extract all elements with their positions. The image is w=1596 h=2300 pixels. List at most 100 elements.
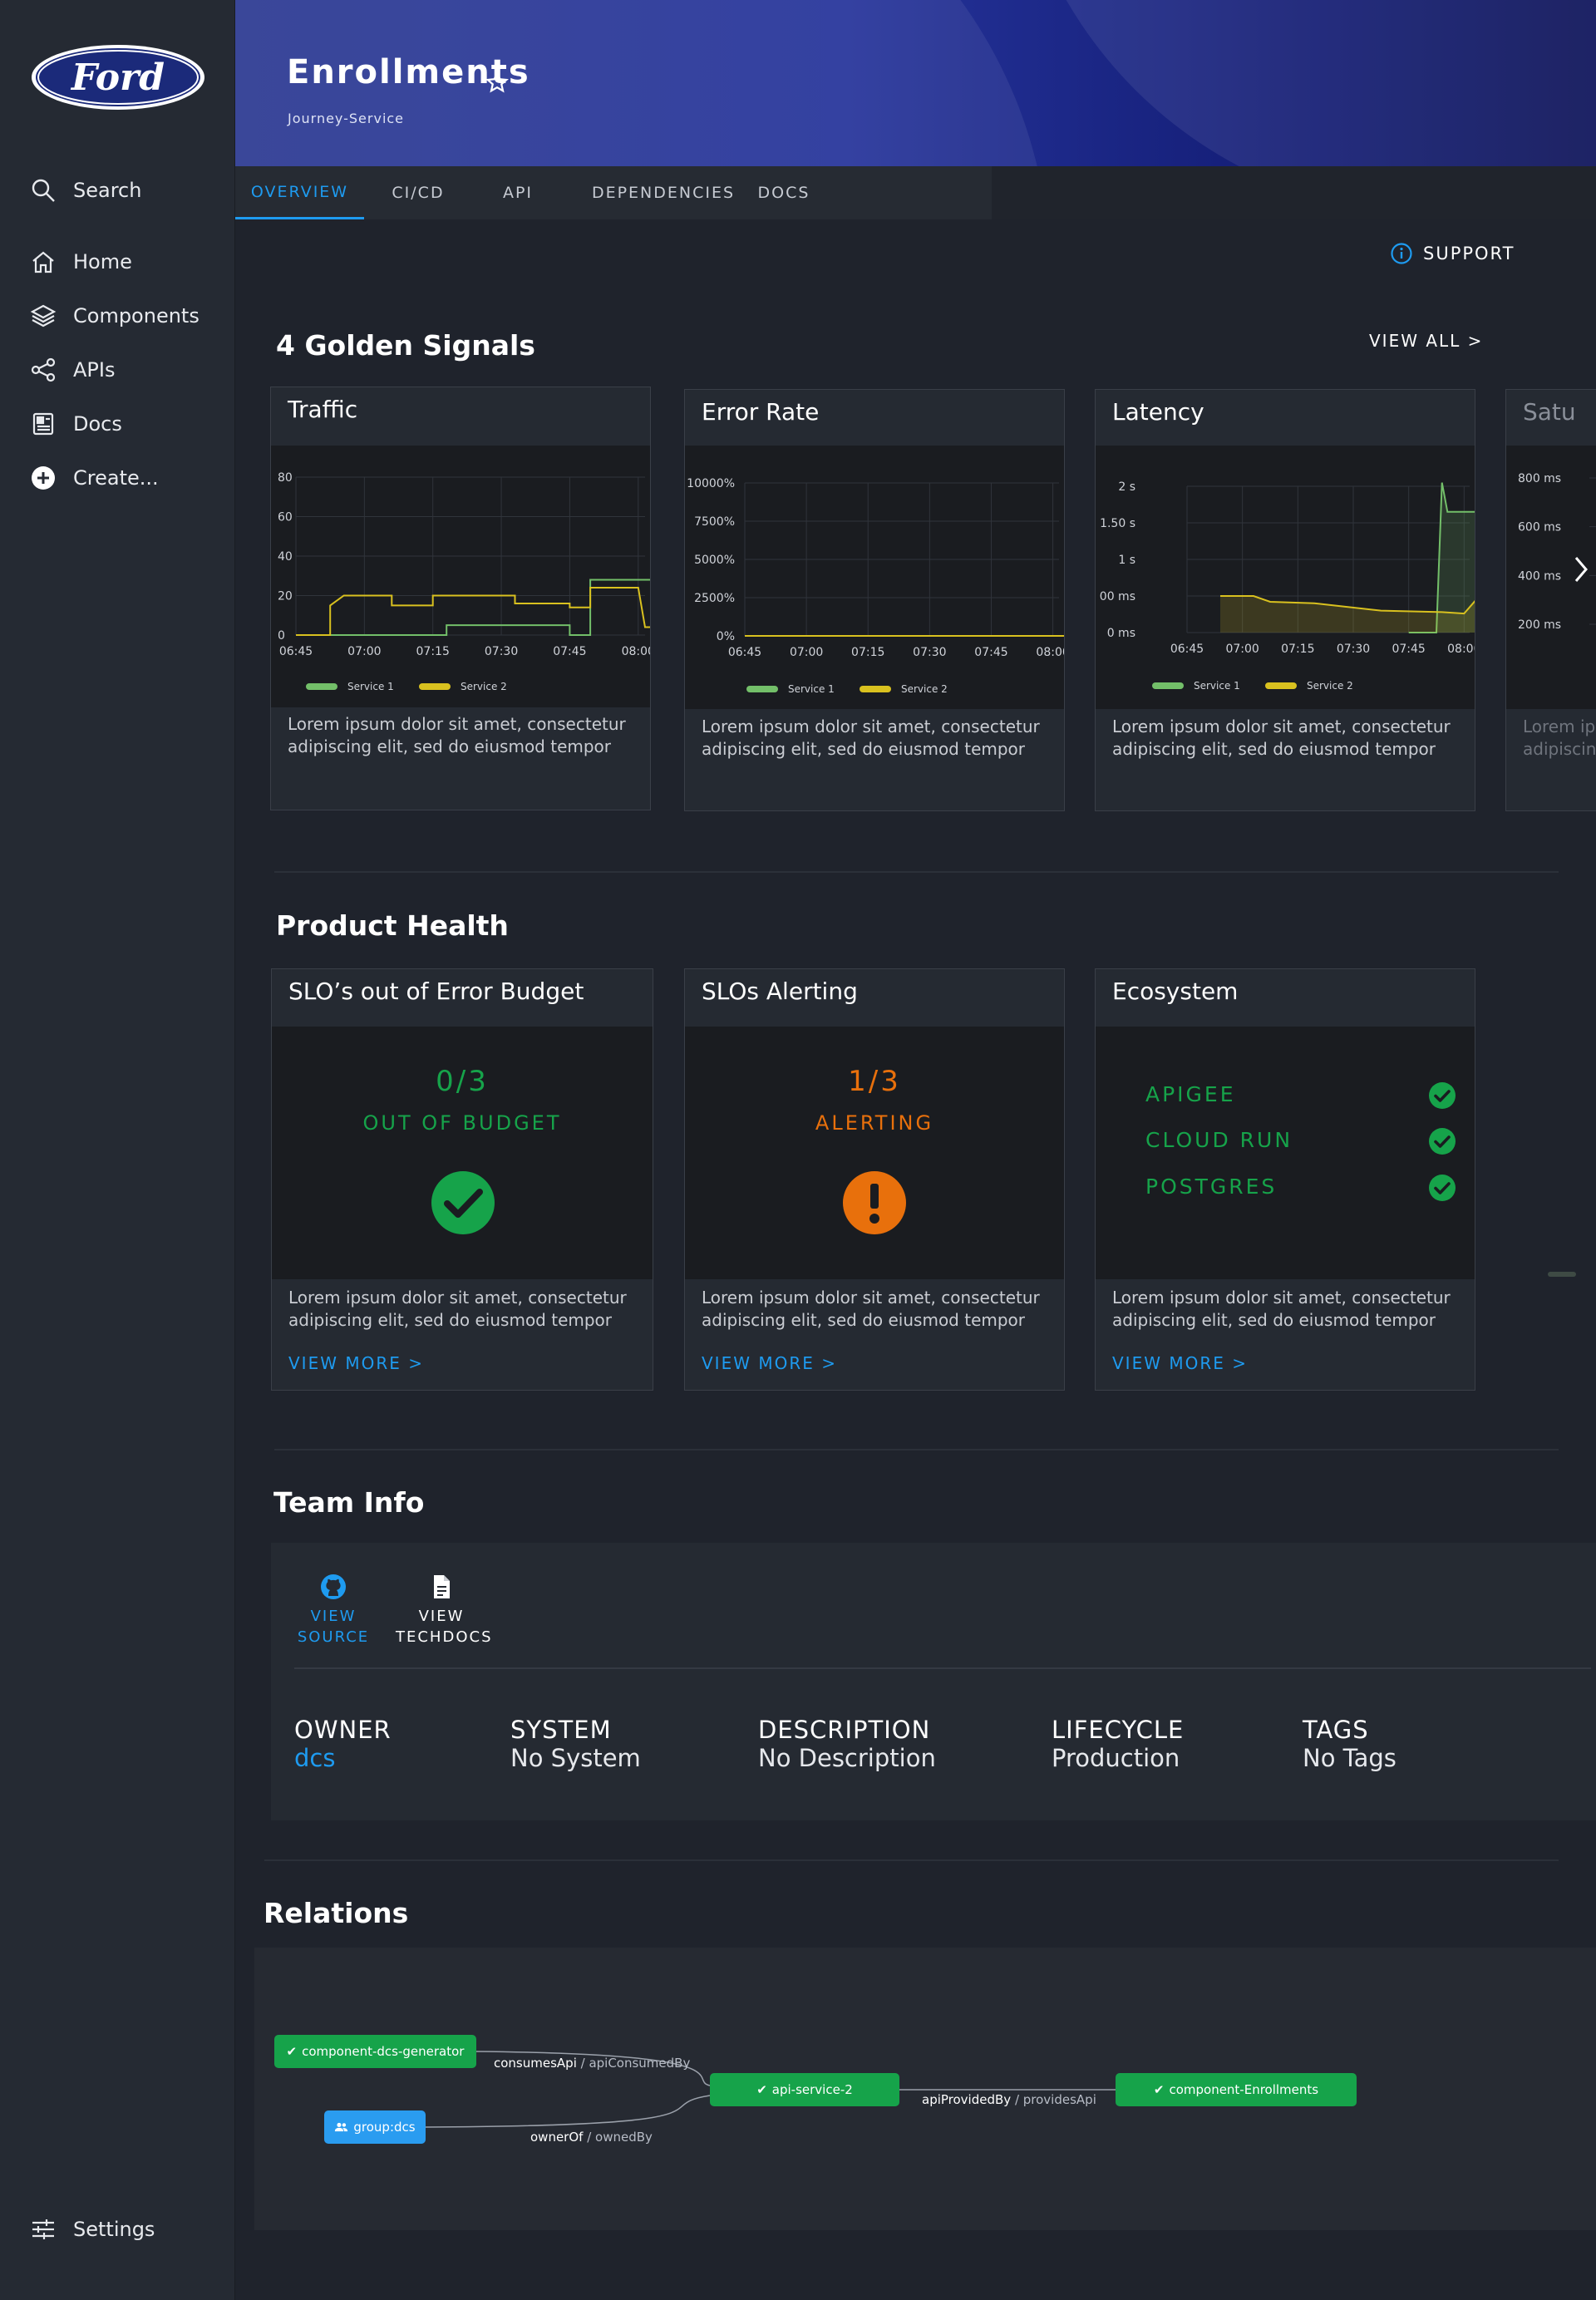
y-tick-label: 1.50 s [1100, 517, 1135, 530]
slo-alerting-card: SLOs Alerting 1/3 ALERTING Lorem ipsum d… [684, 968, 1065, 1391]
view-all-button[interactable]: VIEW ALL > [1369, 331, 1483, 351]
sidebar-item-label: Components [73, 304, 200, 328]
section-divider [274, 871, 1559, 873]
meta-value: Production [1052, 1744, 1180, 1772]
lifecycle-field: LIFECYCLE Production [1052, 1716, 1184, 1772]
view-more-button[interactable]: VIEW MORE > [702, 1353, 837, 1373]
support-button[interactable]: SUPPORT [1390, 241, 1515, 266]
product-health-title: Product Health [276, 909, 509, 942]
ecosystem-item-postgres: POSTGRES [1145, 1171, 1456, 1204]
view-more-button[interactable]: VIEW MORE > [288, 1353, 424, 1373]
edge-label-reverse: / providesApi [1011, 2092, 1096, 2107]
sidebar-item-docs[interactable]: Docs [0, 401, 235, 446]
tab-docs[interactable]: DOCS [738, 166, 830, 219]
tab-ci-cd[interactable]: CI/CD [364, 166, 472, 219]
carousel-next-icon[interactable] [1571, 553, 1591, 586]
add-circle-icon [32, 466, 55, 490]
team-info-divider [294, 1667, 1591, 1669]
share-icon [31, 357, 56, 382]
tab-dependencies[interactable]: DEPENDENCIES [589, 166, 738, 219]
settings-sliders-icon [32, 2219, 54, 2239]
y-tick-label: 00 ms [1100, 590, 1135, 603]
legend-label: Service 1 [788, 683, 835, 695]
tab-overview[interactable]: OVERVIEW [235, 166, 364, 219]
card-title: Ecosystem [1112, 978, 1239, 1005]
sidebar-item-search[interactable]: Search [0, 168, 235, 213]
edge-label-consumes-api: consumesApi / apiConsumedBy [494, 2056, 690, 2071]
relation-node-group-dcs[interactable]: group:dcs [324, 2110, 426, 2144]
latency-card: Latency 2 s 1.50 s1 s 00 ms 0 ms 06:45 07:00 0… [1095, 389, 1475, 811]
edge-label-reverse: / ownedBy [583, 2130, 653, 2145]
x-tick-label: 07:45 [1392, 643, 1425, 656]
view-source-button[interactable]: VIEW SOURCE [288, 1568, 379, 1659]
ecosystem-item-cloud-run: CLOUD RUN [1145, 1125, 1456, 1158]
owner-link[interactable]: dcs [294, 1744, 392, 1772]
sidebar-item-settings[interactable]: Settings [0, 2207, 235, 2252]
view-techdocs-button[interactable]: VIEW TECHDOCS [396, 1568, 491, 1659]
sidebar-item-label: Docs [73, 412, 122, 436]
relation-node-label: component-Enrollments [1169, 2082, 1319, 2097]
section-divider [264, 1859, 1559, 1861]
x-tick-label: 07:15 [851, 646, 884, 659]
ecosystem-card: Ecosystem APIGEE CLOUD RUN POSTGRES Lore… [1095, 968, 1475, 1391]
golden-signals-title: 4 Golden Signals [276, 329, 535, 362]
legend-label: Service 2 [461, 681, 507, 692]
view-more-button[interactable]: VIEW MORE > [1112, 1353, 1248, 1373]
star-icon[interactable] [485, 70, 510, 95]
support-label: SUPPORT [1423, 244, 1515, 263]
sidebar-item-components[interactable]: Components [0, 293, 235, 338]
slo-budget-panel: 0/3 OUT OF BUDGET [272, 1027, 653, 1279]
error-rate-chart: 10000% 7500% 5000% 2500% 0% 06:45 07:00 07:15 07… [687, 477, 1065, 695]
team-info-panel: VIEW SOURCE VIEW TECHDOCS OWNER dcs SYST… [271, 1543, 1596, 1820]
x-tick-label: 06:45 [279, 645, 313, 658]
view-source-label: VIEW [310, 1608, 357, 1625]
tab-api[interactable]: API [472, 166, 564, 219]
sidebar-item-home[interactable]: Home [0, 239, 235, 284]
edge-label-primary: consumesApi [494, 2056, 577, 2071]
relation-node-label: group:dcs [353, 2120, 416, 2135]
ford-logo[interactable]: Ford [30, 43, 206, 111]
search-icon [32, 179, 55, 202]
check-circle-icon [431, 1171, 495, 1234]
legend-swatch [1265, 682, 1297, 689]
y-tick-label: 0 [278, 629, 285, 643]
relation-node-label: api-service-2 [771, 2082, 853, 2097]
layers-icon [30, 304, 57, 328]
x-tick-label: 08:00 [622, 645, 651, 658]
relation-node-api-service-2[interactable]: ✔ api-service-2 [710, 2073, 899, 2106]
y-tick-label: 60 [278, 511, 293, 525]
legend-swatch [306, 683, 337, 690]
ecosystem-item-label: APIGEE [1145, 1082, 1236, 1106]
relation-node-component-enrollments[interactable]: ✔ component-Enrollments [1116, 2073, 1357, 2106]
relation-node-component-dcs-generator[interactable]: ✔ component-dcs-generator [274, 2035, 476, 2068]
saturation-card: Satu 800 ms600 ms400 ms200 ms Lorem ipsu… [1505, 389, 1596, 811]
github-icon [321, 1574, 346, 1599]
sidebar-item-apis[interactable]: APIs [0, 347, 235, 392]
check-icon: ✔ [1153, 2082, 1165, 2097]
y-tick-label: 600 ms [1518, 521, 1561, 534]
ecosystem-item-apigee: APIGEE [1145, 1079, 1456, 1112]
legend-swatch [746, 686, 778, 692]
legend-label: Service 2 [1307, 680, 1353, 692]
x-tick-label: 07:00 [1225, 643, 1259, 656]
edge-owner-of [425, 2095, 711, 2128]
check-circle-icon [1429, 1082, 1456, 1109]
docs-icon [32, 412, 54, 436]
page-subtitle: Journey-Service [288, 111, 405, 126]
x-tick-label: 07:45 [553, 645, 586, 658]
sidebar-item-label: Home [73, 250, 132, 273]
slo-alerting-panel: 1/3 ALERTING [685, 1027, 1064, 1279]
traffic-card: Traffic 80 60 40 20 0 06:45 07:00 07:15 07:30 07:… [270, 387, 651, 810]
y-tick-label: 400 ms [1518, 569, 1561, 583]
x-tick-label: 08:00 [1447, 643, 1475, 656]
sidebar-item-create[interactable]: Create... [0, 456, 235, 500]
slo-alerting-status: ALERTING [815, 1111, 934, 1135]
meta-value: No Description [758, 1744, 936, 1772]
series-area-1 [1408, 482, 1475, 633]
x-tick-label: 08:00 [1036, 646, 1065, 659]
card-description: Lorem ipsum dolor sit amet, consectetur … [702, 717, 1040, 759]
svg-text:Ford: Ford [70, 57, 165, 99]
slo-budget-status: OUT OF BUDGET [362, 1111, 562, 1135]
check-icon: ✔ [756, 2082, 767, 2097]
team-info-title: Team Info [273, 1486, 425, 1519]
